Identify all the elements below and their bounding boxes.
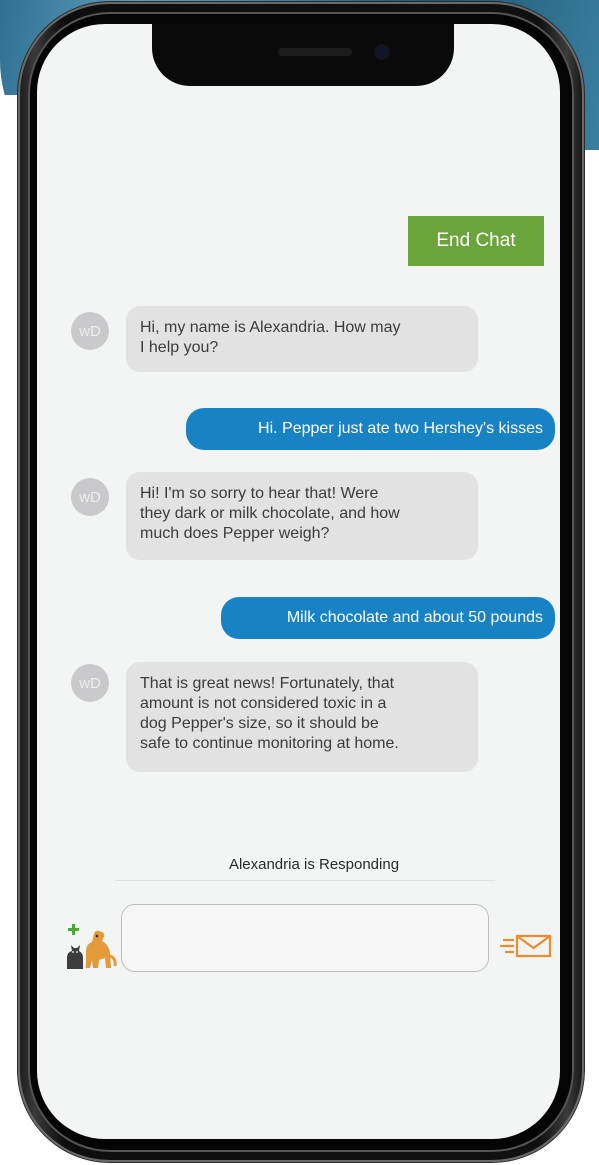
envelope-send-icon[interactable] — [500, 932, 552, 960]
phone-notch — [152, 24, 454, 86]
agent-message: Hi! I'm so sorry to hear that! Were they… — [126, 472, 478, 560]
speaker-grille — [278, 48, 352, 56]
message-line: they dark or milk chocolate, and how — [140, 505, 400, 522]
message-line: amount is not considered toxic in a — [140, 695, 387, 712]
message-line: safe to continue monitoring at home. — [140, 735, 399, 752]
message-line: Hi! I'm so sorry to hear that! Were — [140, 485, 379, 502]
message-input[interactable] — [121, 904, 489, 972]
agent-avatar: wD — [71, 312, 109, 350]
pet-add-icon[interactable] — [64, 922, 118, 972]
message-line: I help you? — [140, 339, 219, 356]
end-chat-button[interactable]: End Chat — [408, 216, 544, 266]
composer-divider — [115, 880, 495, 881]
message-line: Hi, my name is Alexandria. How may — [140, 319, 401, 336]
user-message: Milk chocolate and about 50 pounds — [221, 597, 555, 639]
agent-message: Hi, my name is Alexandria. How may I hel… — [126, 306, 478, 372]
message-line: That is great news! Fortunately, that — [140, 675, 395, 692]
user-message: Hi. Pepper just ate two Hershey's kisses — [186, 408, 555, 450]
front-camera — [376, 46, 388, 58]
message-line: much does Pepper weigh? — [140, 525, 330, 542]
message-line: dog Pepper's size, so it should be — [140, 715, 379, 732]
agent-avatar: wD — [71, 664, 109, 702]
agent-message: That is great news! Fortunately, that am… — [126, 662, 478, 772]
typing-status: Alexandria is Responding — [228, 856, 400, 873]
agent-avatar: wD — [71, 478, 109, 516]
